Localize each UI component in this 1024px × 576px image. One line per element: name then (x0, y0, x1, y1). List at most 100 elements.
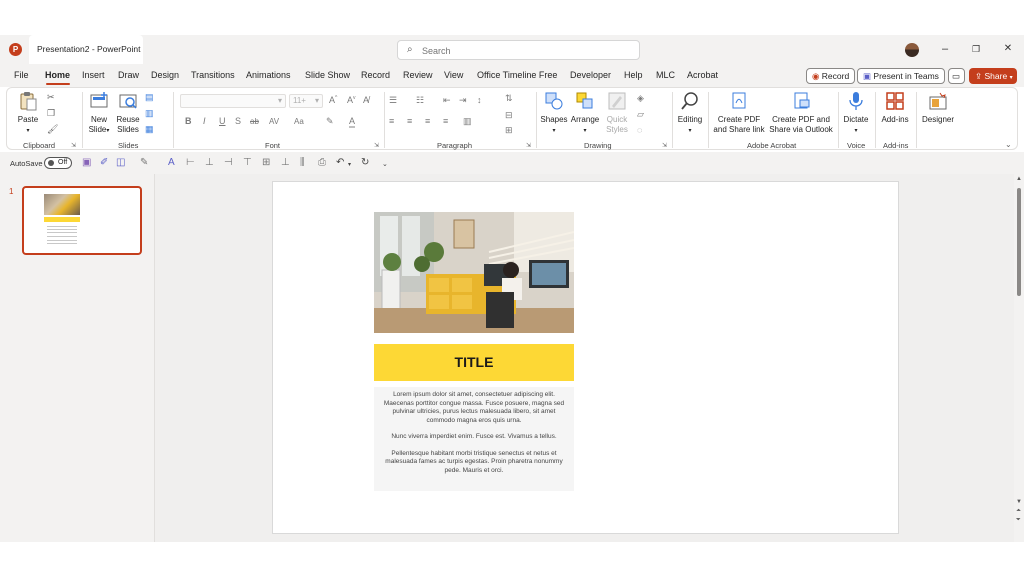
align-text-icon[interactable]: ⊟ (505, 110, 513, 121)
align-center-icon[interactable]: ≡ (407, 116, 412, 126)
character-spacing-icon[interactable]: AV (269, 117, 279, 126)
slide-body-text[interactable]: Lorem ipsum dolor sit amet, consectetuer… (374, 387, 574, 491)
powerpoint-icon[interactable]: P (9, 43, 22, 56)
share-button[interactable]: ⇪ Share ▾ (969, 68, 1017, 84)
add-ins-button[interactable]: Add-ins (879, 91, 911, 125)
paste-button[interactable]: Paste ▾ (15, 91, 41, 136)
smartart-icon[interactable]: ⊞ (505, 125, 513, 136)
align-right-objects-icon[interactable]: ⊣ (224, 158, 233, 168)
copy-icon[interactable]: ❐ (47, 109, 58, 118)
font-name-select[interactable]: ▾ (180, 94, 286, 108)
record-button[interactable]: ◉ Record (806, 68, 856, 84)
bold-icon[interactable]: B (185, 116, 192, 126)
slide-canvas[interactable]: TITLE Lorem ipsum dolor sit amet, consec… (272, 181, 899, 534)
create-pdf-outlook-button[interactable]: Create PDF and Share via Outlook (768, 91, 834, 135)
font-size-select[interactable]: 11+ ▾ (289, 94, 323, 108)
shape-outline-icon[interactable]: ▱ (637, 109, 644, 120)
change-case-icon[interactable]: Aa (294, 117, 304, 126)
reuse-slides-button[interactable]: Reuse Slides (115, 91, 141, 135)
tab-help[interactable]: Help (624, 70, 643, 80)
tab-design[interactable]: Design (151, 70, 179, 80)
highlight-icon[interactable]: ✎ (326, 116, 334, 127)
bullets-icon[interactable]: ☰ (389, 95, 397, 106)
designer-button[interactable]: Designer (920, 91, 956, 125)
shape-effects-icon[interactable]: ◌ (637, 125, 642, 135)
shape-fill-icon[interactable]: ◈ (637, 93, 644, 104)
strikethrough-icon[interactable]: ab (250, 117, 259, 126)
increase-font-icon[interactable]: A^ (329, 95, 337, 105)
customize-toolbar-icon[interactable]: ⌄ (382, 160, 388, 170)
dialog-launcher-icon[interactable]: ⇲ (71, 142, 82, 151)
tab-draw[interactable]: Draw (118, 70, 139, 80)
align-left-icon[interactable]: ≡ (389, 116, 394, 126)
scroll-up-icon[interactable]: ▲ (1016, 176, 1022, 182)
new-slide-button[interactable]: New Slide▾ (86, 91, 112, 136)
tab-home[interactable]: Home (45, 70, 70, 80)
decrease-font-icon[interactable]: Av (347, 95, 356, 105)
search-input[interactable] (422, 44, 622, 57)
tab-animations[interactable]: Animations (246, 70, 291, 80)
clear-formatting-icon[interactable]: A̸ (363, 95, 369, 105)
shapes-button[interactable]: Shapes ▾ (540, 91, 568, 136)
increase-indent-icon[interactable]: ⇥ (459, 95, 467, 106)
shadow-icon[interactable]: S (235, 116, 241, 126)
autosave-toggle[interactable]: Off (44, 157, 72, 169)
tab-record[interactable]: Record (361, 70, 390, 80)
tab-acrobat[interactable]: Acrobat (687, 70, 718, 80)
vertical-scrollbar[interactable]: ▲ ▼ ⏶ ⏷ (1014, 174, 1024, 542)
editing-button[interactable]: Editing ▾ (675, 91, 705, 136)
numbering-icon[interactable]: ☷ (416, 95, 424, 106)
tab-review[interactable]: Review (403, 70, 433, 80)
scroll-down-icon[interactable]: ▼ (1016, 499, 1022, 505)
section-icon[interactable]: ▦ (145, 125, 156, 134)
account-avatar[interactable] (905, 43, 919, 57)
dictate-button[interactable]: Dictate ▾ (841, 91, 871, 136)
pen-icon[interactable]: ✎ (140, 158, 148, 168)
slide-title[interactable]: TITLE (455, 354, 494, 370)
format-painter-icon[interactable]: 🖌 (47, 125, 58, 134)
text-box-icon[interactable]: A (168, 158, 175, 168)
tab-file[interactable]: File (14, 70, 29, 80)
align-left-objects-icon[interactable]: ⊢ (186, 158, 195, 168)
title-band[interactable]: TITLE (374, 344, 574, 381)
quick-styles-button[interactable]: Quick Styles (604, 91, 630, 135)
reset-icon[interactable]: ▥ (145, 109, 156, 118)
previous-slide-icon[interactable]: ⏶ (1016, 508, 1021, 515)
chevron-down-icon[interactable]: ▾ (348, 160, 351, 170)
tab-transitions[interactable]: Transitions (191, 70, 235, 80)
collapse-ribbon-icon[interactable]: ⌄ (1005, 140, 1016, 149)
justify-icon[interactable]: ≡ (443, 116, 448, 126)
tab-office-timeline[interactable]: Office Timeline Free (477, 70, 557, 80)
present-in-teams-button[interactable]: ▣ Present in Teams (857, 68, 945, 84)
text-direction-icon[interactable]: ⇅ (505, 93, 513, 104)
align-center-objects-icon[interactable]: ⊥ (205, 158, 214, 168)
print-icon[interactable]: ⎙ (318, 158, 326, 168)
search-box[interactable]: ⌕ (397, 40, 640, 60)
minimize-button[interactable]: – (935, 41, 955, 57)
font-color-icon[interactable]: A (349, 116, 356, 128)
tab-mlc[interactable]: MLC (656, 70, 675, 80)
next-slide-icon[interactable]: ⏷ (1016, 517, 1021, 524)
underline-icon[interactable]: U (219, 116, 226, 126)
create-pdf-share-link-button[interactable]: Create PDF and Share link (712, 91, 766, 135)
columns-icon[interactable]: ▥ (463, 116, 472, 127)
layout-icon[interactable]: ▤ (145, 93, 156, 102)
align-bottom-icon[interactable]: ⊥ (281, 158, 290, 168)
tab-insert[interactable]: Insert (82, 70, 105, 80)
align-right-icon[interactable]: ≡ (425, 116, 430, 126)
scrollbar-thumb[interactable] (1017, 188, 1021, 296)
align-top-icon[interactable]: ⊤ (243, 158, 252, 168)
decrease-indent-icon[interactable]: ⇤ (443, 95, 451, 106)
undo-icon[interactable]: ↶ (336, 158, 344, 168)
align-middle-icon[interactable]: ⊞ (262, 158, 270, 168)
arrange-button[interactable]: Arrange ▾ (570, 91, 600, 136)
line-spacing-icon[interactable]: ↕ (477, 95, 482, 105)
tab-slide-show[interactable]: Slide Show (305, 70, 350, 80)
comments-button[interactable]: ▭ (948, 68, 965, 84)
save-icon[interactable]: ▣ (82, 158, 91, 168)
italic-icon[interactable]: I (203, 116, 206, 126)
tab-view[interactable]: View (444, 70, 463, 80)
shapes-icon[interactable]: ◫ (116, 158, 125, 168)
slide-photo[interactable] (374, 212, 574, 333)
tab-developer[interactable]: Developer (570, 70, 611, 80)
